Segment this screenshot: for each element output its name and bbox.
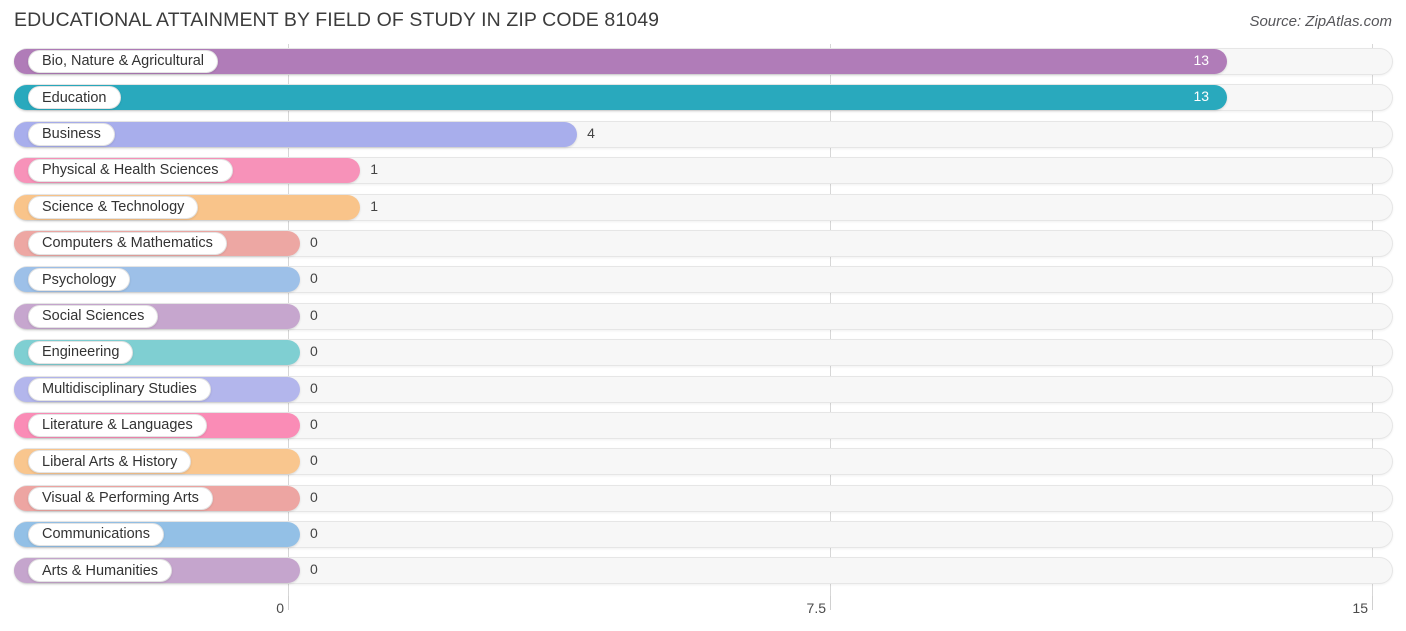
category-label: Bio, Nature & Agricultural xyxy=(42,53,204,70)
bar-value-label: 0 xyxy=(310,488,318,505)
category-label-pill: Multidisciplinary Studies xyxy=(28,377,211,401)
category-label-pill: Computers & Mathematics xyxy=(28,231,227,255)
category-label: Business xyxy=(42,126,101,143)
bar-value-label: 0 xyxy=(310,233,318,250)
chart-row: Social Sciences 0 xyxy=(0,299,1406,335)
axis-tick-mark xyxy=(1372,596,1373,610)
category-label: Visual & Performing Arts xyxy=(42,489,199,506)
category-label-pill: Liberal Arts & History xyxy=(28,450,192,474)
axis-tick-label: 15 xyxy=(1352,600,1368,616)
source-attribution: Source: ZipAtlas.com xyxy=(1249,13,1392,30)
bar-value-label: 13 xyxy=(1193,52,1210,68)
category-label-pill: Engineering xyxy=(28,341,134,365)
category-label: Computers & Mathematics xyxy=(42,235,213,252)
bar-value-label: 0 xyxy=(310,343,318,360)
chart-row: Psychology 0 xyxy=(0,262,1406,298)
chart-row: Bio, Nature & Agricultural 13 xyxy=(0,44,1406,80)
category-label-pill: Communications xyxy=(28,523,164,547)
category-label: Communications xyxy=(42,526,150,543)
category-label: Psychology xyxy=(42,271,117,288)
category-label-pill: Arts & Humanities xyxy=(28,559,173,583)
chart-row: Visual & Performing Arts 0 xyxy=(0,481,1406,517)
bar-value-label: 0 xyxy=(310,561,318,578)
category-label-pill: Education xyxy=(28,86,121,110)
category-label: Multidisciplinary Studies xyxy=(42,380,197,397)
bar-value-label: 0 xyxy=(310,415,318,432)
category-label: Engineering xyxy=(42,344,120,361)
axis-tick-label: 7.5 xyxy=(806,600,826,616)
value-bar[interactable] xyxy=(14,85,1228,111)
category-label: Liberal Arts & History xyxy=(42,453,178,470)
page-title: EDUCATIONAL ATTAINMENT BY FIELD OF STUDY… xyxy=(14,9,660,31)
chart-row: Communications 0 xyxy=(0,517,1406,553)
bar-value-label: 0 xyxy=(310,270,318,287)
category-label: Science & Technology xyxy=(42,198,185,215)
category-label-pill: Visual & Performing Arts xyxy=(28,486,213,510)
chart-row: Science & Technology 1 xyxy=(0,190,1406,226)
category-label: Arts & Humanities xyxy=(42,562,159,579)
chart-header: EDUCATIONAL ATTAINMENT BY FIELD OF STUDY… xyxy=(0,0,1406,44)
category-label-pill: Social Sciences xyxy=(28,304,159,328)
chart-row: Literature & Languages 0 xyxy=(0,408,1406,444)
chart-plot-area: Bio, Nature & Agricultural 13 Education 13 B… xyxy=(0,44,1406,596)
chart-row: Computers & Mathematics 0 xyxy=(0,226,1406,262)
bar-value-label: 0 xyxy=(310,306,318,323)
axis-tick-mark xyxy=(288,596,289,610)
category-label-pill: Psychology xyxy=(28,268,131,292)
bar-value-label: 1 xyxy=(370,197,379,214)
chart-row: Arts & Humanities 0 xyxy=(0,553,1406,589)
chart-row: Liberal Arts & History 0 xyxy=(0,444,1406,480)
x-axis: 0 7.5 15 xyxy=(0,596,1406,631)
bar-rows: Bio, Nature & Agricultural 13 Education 13 B… xyxy=(0,44,1406,590)
chart-row: Education 13 xyxy=(0,80,1406,116)
bar-value-label: 1 xyxy=(370,161,379,178)
chart-row: Engineering 0 xyxy=(0,335,1406,371)
category-label-pill: Physical & Health Sciences xyxy=(28,159,233,183)
chart-row: Multidisciplinary Studies 0 xyxy=(0,372,1406,408)
bar-value-label: 0 xyxy=(310,525,318,542)
category-label-pill: Science & Technology xyxy=(28,195,199,219)
category-label-pill: Business xyxy=(28,122,115,146)
category-label-pill: Literature & Languages xyxy=(28,413,207,437)
axis-tick-label: 0 xyxy=(276,600,284,616)
chart-row: Business 4 xyxy=(0,117,1406,153)
category-label-pill: Bio, Nature & Agricultural xyxy=(28,50,218,73)
bar-value-label: 4 xyxy=(587,124,595,141)
category-label: Education xyxy=(42,89,107,106)
category-label: Literature & Languages xyxy=(42,417,193,434)
bar-value-label: 13 xyxy=(1193,88,1210,105)
bar-value-label: 0 xyxy=(310,379,318,396)
bar-value-label: 0 xyxy=(310,452,318,469)
chart-row: Physical & Health Sciences 1 xyxy=(0,153,1406,189)
category-label: Social Sciences xyxy=(42,307,145,324)
axis-tick-mark xyxy=(830,596,831,610)
category-label: Physical & Health Sciences xyxy=(42,162,219,179)
